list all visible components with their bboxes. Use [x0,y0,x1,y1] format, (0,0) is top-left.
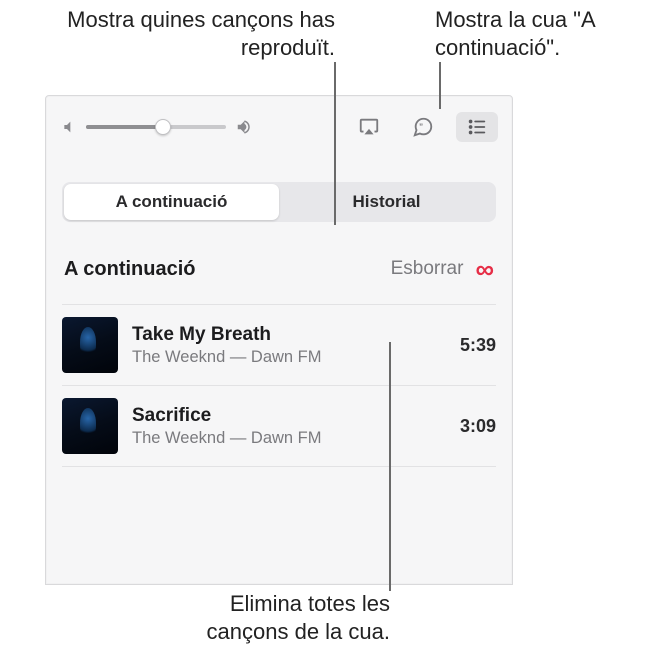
leader-line [389,342,391,591]
track-title: Sacrifice [132,405,446,427]
tab-history[interactable]: Historial [279,184,494,220]
callout-clear: Elimina totes les cançons de la cua. [150,590,390,645]
callout-queue-button: Mostra la cua "A continuació". [435,6,655,61]
lyrics-button[interactable]: ” [402,112,444,142]
speaker-high-icon [234,118,252,136]
volume-slider[interactable] [86,117,226,137]
list-item[interactable]: Take My Breath The Weeknd — Dawn FM 5:39 [62,305,496,386]
toolbar: ” [46,96,512,158]
track-duration: 3:09 [460,416,496,437]
volume-control[interactable] [60,117,252,137]
autoplay-infinity-icon[interactable]: ∞ [475,256,494,282]
segmented-control: A continuació Historial [62,182,496,222]
tab-upnext[interactable]: A continuació [64,184,279,220]
track-subtitle: The Weeknd — Dawn FM [132,348,446,367]
section-title: A continuació [64,258,195,281]
leader-line [334,62,336,225]
airplay-button[interactable] [348,112,390,142]
track-subtitle: The Weeknd — Dawn FM [132,429,446,448]
queue-panel-window: ” A continuació Historial A continuació … [45,95,513,585]
queue-list: Take My Breath The Weeknd — Dawn FM 5:39… [62,304,496,467]
callout-history: Mostra quines cançons has reproduït. [45,6,335,61]
speaker-low-icon [60,118,78,136]
track-title: Take My Breath [132,324,446,346]
svg-text:”: ” [419,122,423,131]
track-duration: 5:39 [460,335,496,356]
clear-queue-button[interactable]: Esborrar [391,258,464,280]
section-header: A continuació Esborrar ∞ [62,256,496,282]
list-item[interactable]: Sacrifice The Weeknd — Dawn FM 3:09 [62,386,496,467]
leader-line [439,62,441,109]
album-art [62,317,118,373]
queue-button[interactable] [456,112,498,142]
album-art [62,398,118,454]
